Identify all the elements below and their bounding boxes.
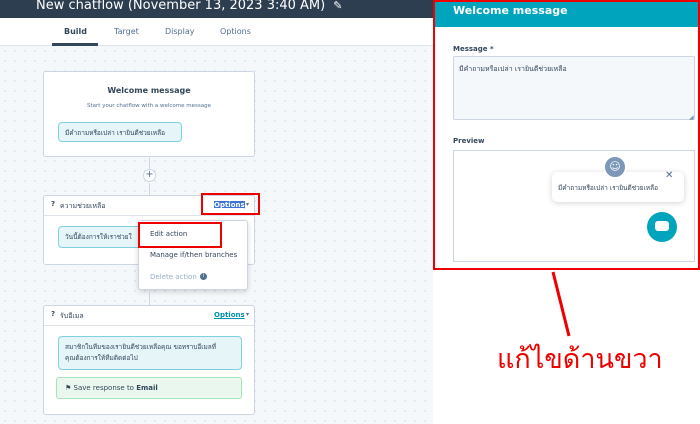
add-action-plus-icon[interactable]: + (143, 169, 156, 182)
tab-display[interactable]: Display (165, 27, 195, 36)
message-textarea[interactable]: มีคำถามหรือเปล่า เรายินดีช่วยเหลือ (453, 56, 695, 120)
tab-target[interactable]: Target (114, 27, 139, 36)
save-response-box: ⚑ Save response to Email (56, 377, 242, 399)
annotation-text: แก้ไขด้านขวา (497, 344, 663, 375)
preview-area (453, 150, 695, 262)
chevron-down-icon[interactable]: ▾ (246, 311, 249, 318)
welcome-card-subtitle: Start your chatflow with a welcome messa… (87, 103, 211, 109)
chat-avatar-icon: ☺ (603, 155, 627, 179)
save-response-prefix: Save response to (73, 384, 134, 392)
bubble-line: สมาชิกในทีมของเรายินดีช่วยเหลือคุณ ขอทรา… (65, 343, 217, 351)
resize-handle-icon[interactable]: ◢ (689, 114, 694, 121)
action-title: ความช่วยเหลือ (60, 202, 106, 210)
preview-label: Preview (453, 137, 485, 145)
tab-build[interactable]: Build (64, 27, 87, 36)
message-label: Message * (453, 45, 494, 53)
menu-item-manage-branches[interactable]: Manage if/then branches (150, 251, 237, 259)
welcome-message-card[interactable]: Welcome message Start your chatflow with… (43, 71, 255, 157)
connector-line (149, 290, 150, 305)
tab-bar: Build Target Display Options (0, 18, 433, 46)
panel-title: Welcome message (433, 0, 700, 27)
flag-icon: ⚑ (65, 384, 72, 392)
options-link[interactable]: Options (214, 311, 245, 319)
info-icon: i (200, 273, 207, 280)
bubble-line: คุณต้องการให้ทีมติดต่อไป (65, 354, 138, 362)
tab-options[interactable]: Options (220, 27, 251, 36)
question-icon: ? (51, 310, 56, 318)
chatflow-title: New chatflow (November 13, 2023 3:40 AM) (36, 0, 326, 13)
email-question-bubble: สมาชิกในทีมของเรายินดีช่วยเหลือคุณ ขอทรา… (58, 336, 242, 370)
question-icon: ? (51, 200, 56, 208)
chatflow-title-bar: New chatflow (November 13, 2023 3:40 AM)… (0, 0, 433, 18)
action-title: รับอีเมล (60, 312, 84, 320)
action-bubble: วันนี้ต้องการให้เราช่วยใ (58, 226, 142, 248)
welcome-card-title: Welcome message (107, 86, 191, 95)
connector-line (149, 183, 150, 195)
welcome-bubble: มีคำถามหรือเปล่า เรายินดีช่วยเหลือ (58, 122, 182, 142)
annotation-line (551, 271, 571, 337)
chat-launcher-icon[interactable] (647, 212, 677, 242)
pencil-icon[interactable]: ✎ (333, 0, 342, 12)
menu-item-delete-action[interactable]: Delete action (150, 273, 197, 281)
action-card-header: ? รับอีเมล Options ▾ (44, 306, 254, 326)
connector-line (149, 158, 150, 169)
save-response-field: Email (136, 384, 158, 392)
highlight-options (201, 193, 260, 215)
highlight-edit-action (138, 222, 222, 248)
close-icon[interactable]: ✕ (665, 170, 673, 181)
